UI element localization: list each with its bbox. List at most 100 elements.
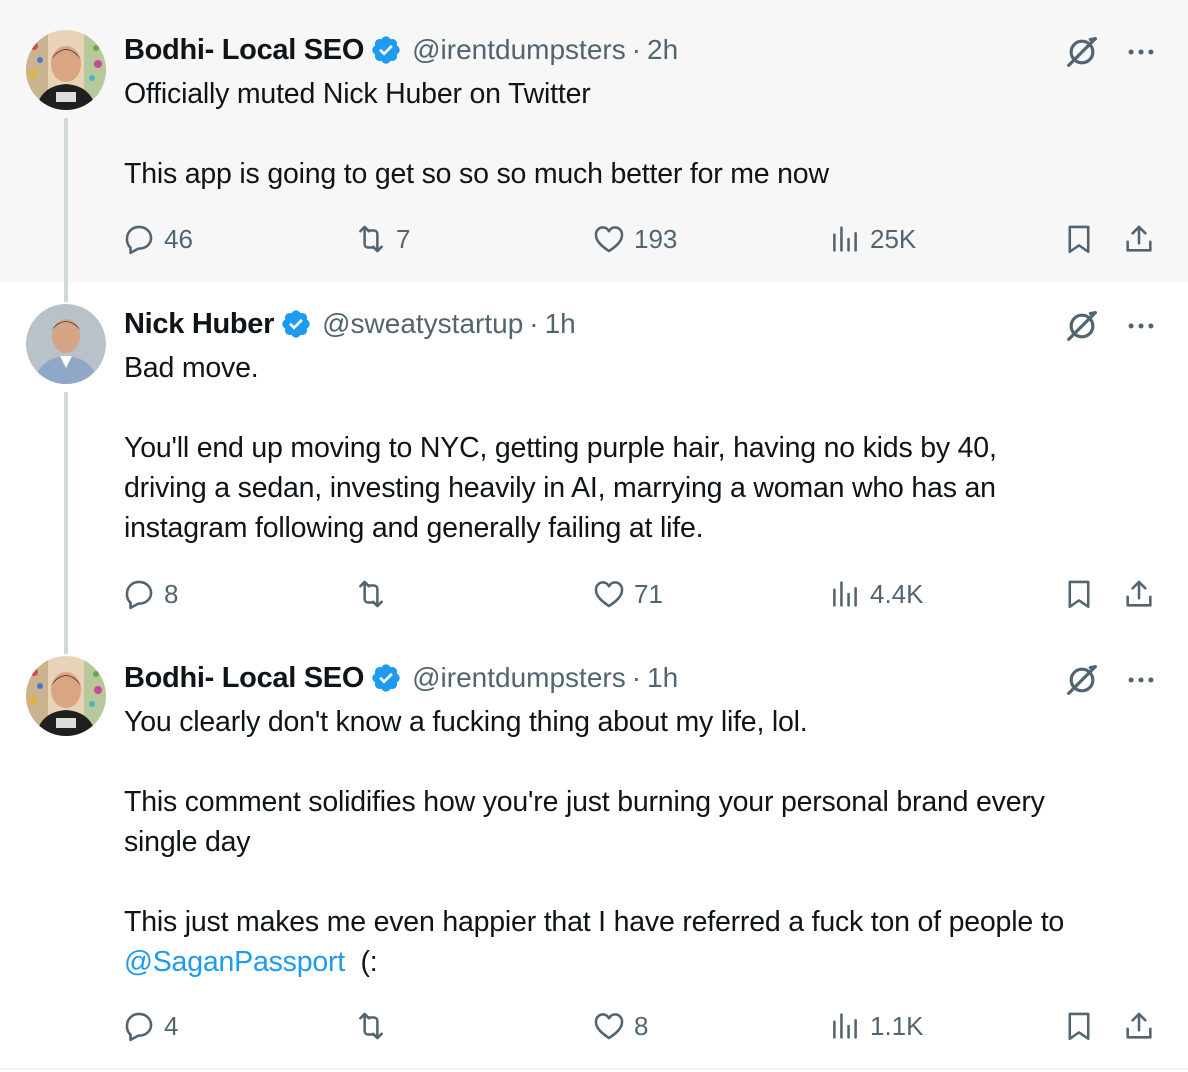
more-icon[interactable] [1124,309,1158,343]
timestamp[interactable]: 2h [647,34,678,66]
verified-badge-icon [370,34,402,66]
author-handle[interactable]: @irentdumpsters [412,662,626,694]
tweet-text: Bad move. You'll end up moving to NYC, g… [124,348,997,548]
reply-count: 46 [164,223,193,254]
tweet-2[interactable]: Nick Huber @sweatystartup · 1h Bad move.… [0,282,1188,642]
thread-line [64,642,68,654]
author-handle[interactable]: @sweatystartup [322,308,523,340]
like-count: 8 [634,1010,649,1041]
action-bar: 8 71 4.4K [122,574,1162,614]
text-line: You'll end up moving to NYC, getting pur… [124,432,997,464]
avatar[interactable] [26,656,106,736]
reply-button[interactable]: 8 [122,574,178,614]
tweet-text: You clearly don't know a fucking thing a… [124,702,1064,982]
bookmark-button[interactable] [1062,574,1096,614]
views-icon [828,222,862,256]
repost-count: 7 [396,223,411,254]
author-name[interactable]: Nick Huber [124,308,274,341]
text-fragment: (: [345,946,378,978]
bookmark-button[interactable] [1062,1006,1096,1046]
bookmark-button[interactable] [1062,219,1096,259]
text-line: Officially muted Nick Huber on Twitter [124,78,591,110]
reply-icon [122,577,156,611]
share-icon [1122,222,1156,256]
bookmark-icon [1062,222,1096,256]
more-icon[interactable] [1124,663,1158,697]
share-icon [1122,577,1156,611]
tweet-header: Bodhi- Local SEO @irentdumpsters · 2h [124,30,678,70]
like-count: 71 [634,578,663,609]
text-line: This app is going to get so so so much b… [124,158,829,190]
share-button[interactable] [1122,574,1156,614]
verified-badge-icon [370,662,402,694]
author-handle[interactable]: @irentdumpsters [412,34,626,66]
text-line: single day [124,826,251,858]
text-line: This just makes me even happier that I h… [124,906,1065,938]
author-name[interactable]: Bodhi- Local SEO [124,662,364,695]
author-name[interactable]: Bodhi- Local SEO [124,34,364,67]
action-bar: 4 8 1.1K [122,1006,1162,1046]
views-count: 4.4K [870,578,924,609]
text-line: driving a sedan, investing heavily in AI… [124,472,996,504]
text-line: You clearly don't know a fucking thing a… [124,706,808,738]
bookmark-icon [1062,577,1096,611]
views-button[interactable]: 4.4K [828,574,924,614]
views-button[interactable]: 1.1K [828,1006,924,1046]
timestamp[interactable]: 1h [647,662,678,694]
like-button[interactable]: 193 [592,219,677,259]
like-count: 193 [634,223,678,254]
reply-count: 4 [164,1010,179,1041]
repost-icon [354,222,388,256]
thread-line [64,282,68,302]
text-line: Bad move. [124,352,259,384]
reply-button[interactable]: 4 [122,1006,178,1046]
reply-icon [122,222,156,256]
separator: · [529,308,539,339]
avatar[interactable] [26,30,106,110]
reply-count: 8 [164,578,179,609]
tweet-3[interactable]: Bodhi- Local SEO @irentdumpsters · 1h Yo… [0,642,1188,1070]
mention-link[interactable]: @SaganPassport [124,946,345,978]
action-bar: 46 7 193 25K [122,219,1162,259]
repost-icon [354,577,388,611]
repost-button[interactable] [354,574,396,614]
share-button[interactable] [1122,219,1156,259]
text-line: @SaganPassport (: [124,942,1064,982]
text-line: This comment solidifies how you're just … [124,786,1045,818]
timestamp[interactable]: 1h [545,308,576,340]
verified-badge-icon [280,308,312,340]
reply-icon [122,1009,156,1043]
tweet-header: Nick Huber @sweatystartup · 1h [124,304,576,344]
repost-button[interactable]: 7 [354,219,410,259]
thread-line [64,392,68,642]
separator: · [631,662,642,693]
like-icon [592,1009,626,1043]
tweet-1[interactable]: Bodhi- Local SEO @irentdumpsters · 2h Of… [0,0,1188,282]
share-icon [1122,1009,1156,1043]
repost-icon [354,1009,388,1043]
views-icon [828,1009,862,1043]
grok-icon[interactable] [1062,32,1102,72]
text-line: instagram following and generally failin… [124,512,704,544]
grok-icon[interactable] [1062,660,1102,700]
like-icon [592,577,626,611]
divider [0,1068,1188,1070]
thread-line [64,118,68,282]
like-icon [592,222,626,256]
like-button[interactable]: 8 [592,1006,648,1046]
tweet-text: Officially muted Nick Huber on Twitter T… [124,74,829,194]
views-icon [828,577,862,611]
separator: · [631,34,642,65]
bookmark-icon [1062,1009,1096,1043]
views-button[interactable]: 25K [828,219,916,259]
tweet-header: Bodhi- Local SEO @irentdumpsters · 1h [124,658,678,698]
views-count: 1.1K [870,1010,924,1041]
share-button[interactable] [1122,1006,1156,1046]
reply-button[interactable]: 46 [122,219,193,259]
like-button[interactable]: 71 [592,574,663,614]
avatar[interactable] [26,304,106,384]
more-icon[interactable] [1124,35,1158,69]
grok-icon[interactable] [1062,306,1102,346]
repost-button[interactable] [354,1006,396,1046]
views-count: 25K [870,223,917,254]
